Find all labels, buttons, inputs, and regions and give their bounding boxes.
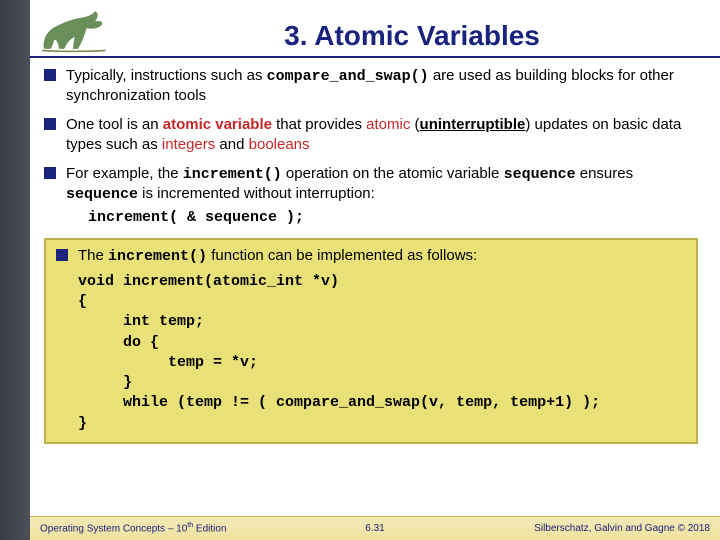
code-line: while (temp != ( compare_and_swap(v, tem… [78, 394, 600, 411]
text: ( [410, 116, 419, 133]
code-line: temp = *v; [78, 354, 258, 371]
title-row: 3. Atomic Variables [30, 0, 720, 58]
bullet-1: Typically, instructions such as compare_… [44, 66, 706, 105]
text: and [215, 136, 248, 153]
term-atomic-variable: atomic variable [163, 116, 272, 133]
slide-content: 3. Atomic Variables Typically, instructi… [30, 0, 720, 540]
bullet-2: One tool is an atomic variable that prov… [44, 115, 706, 153]
text: operation on the atomic variable [282, 165, 504, 182]
footer: Operating System Concepts – 10th Edition… [30, 516, 720, 540]
term-booleans: booleans [249, 136, 310, 153]
footer-left: Operating System Concepts – 10th Edition [40, 522, 365, 534]
text: is incremented without interruption: [138, 185, 375, 202]
code-line: } [78, 374, 132, 391]
text: Typically, instructions such as [66, 67, 267, 84]
code-line: { [78, 293, 87, 310]
text: that provides [272, 116, 366, 133]
text: Edition [193, 524, 226, 535]
code-inline: sequence [504, 166, 576, 183]
bullet-list-inner: The increment() function can be implemen… [56, 246, 686, 266]
code-inline: increment() [108, 248, 207, 265]
text: For example, the [66, 165, 183, 182]
text: Operating System Concepts – 10 [40, 524, 187, 535]
code-line: int temp; [78, 313, 204, 330]
code-line: } [78, 415, 87, 432]
term-uninterruptible: uninterruptible [420, 116, 526, 133]
slide-body: Typically, instructions such as compare_… [30, 58, 720, 444]
footer-center: 6.31 [365, 523, 384, 534]
term-integers: integers [162, 136, 215, 153]
code-line: void increment(atomic_int *v) [78, 273, 339, 290]
code-inline: sequence [66, 186, 138, 203]
code-inline: compare_and_swap() [267, 68, 429, 85]
code-line: increment( & sequence ); [88, 208, 706, 228]
slide-title: 3. Atomic Variables [122, 20, 702, 54]
text: ensures [576, 165, 634, 182]
left-accent-bar [0, 0, 30, 540]
implementation-box: The increment() function can be implemen… [44, 238, 698, 444]
bullet-3: For example, the increment() operation o… [44, 164, 706, 228]
text: The [78, 247, 108, 264]
term-atomic: atomic [366, 116, 410, 133]
footer-right: Silberschatz, Galvin and Gagne © 2018 [385, 523, 710, 534]
code-line: do { [78, 334, 159, 351]
text: function can be implemented as follows: [207, 247, 477, 264]
bullet-4: The increment() function can be implemen… [56, 246, 686, 266]
slide: 3. Atomic Variables Typically, instructi… [0, 0, 720, 540]
bullet-list: Typically, instructions such as compare_… [44, 66, 706, 228]
dinosaur-icon [34, 6, 122, 54]
code-block: void increment(atomic_int *v) { int temp… [78, 272, 686, 434]
code-inline: increment() [183, 166, 282, 183]
text: One tool is an [66, 116, 163, 133]
